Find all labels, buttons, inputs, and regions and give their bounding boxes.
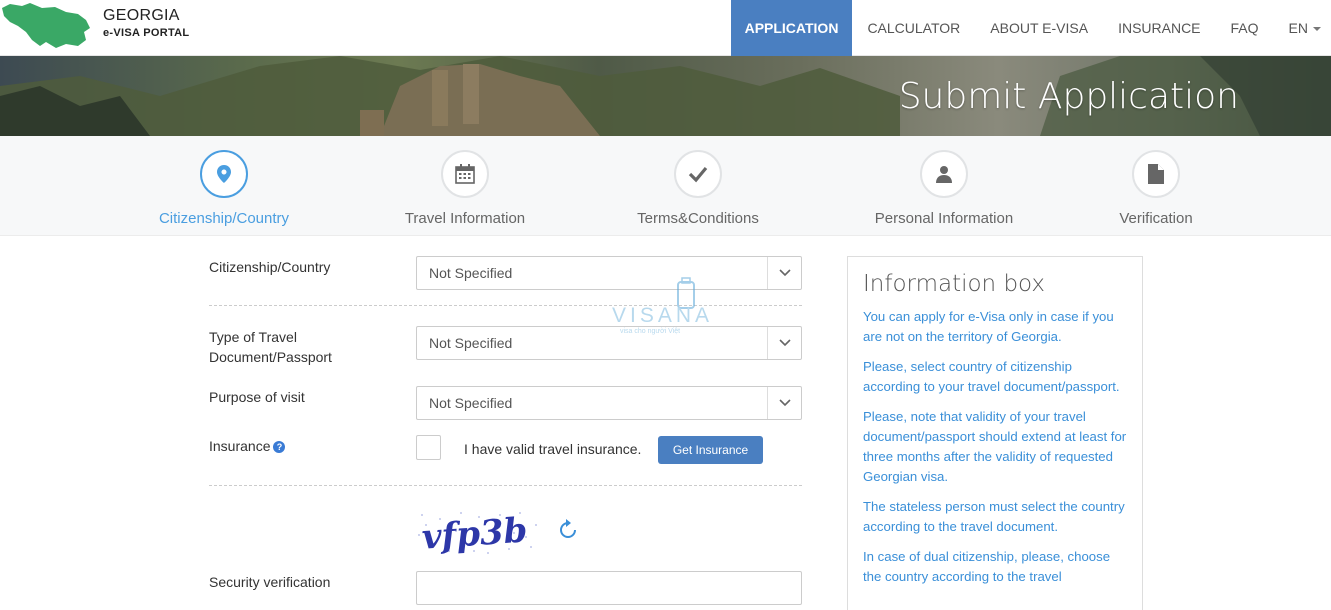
nav-faq[interactable]: FAQ [1216, 0, 1274, 56]
question-circle-icon[interactable]: ? [273, 441, 286, 453]
caret-down-icon [1313, 27, 1321, 31]
main-nav: APPLICATION CALCULATOR ABOUT e-VISA INSU… [730, 0, 1331, 56]
chevron-down-icon[interactable] [767, 387, 801, 419]
citizenship-value: Not Specified [429, 265, 513, 281]
top-navbar: GEORGIA e-VISA PORTAL APPLICATION CALCUL… [0, 0, 1331, 56]
info-paragraph: The stateless person must select the cou… [863, 499, 1125, 534]
step-label: Verification [1119, 210, 1193, 227]
user-icon [936, 166, 952, 183]
map-marker-icon [217, 165, 231, 183]
logo-text[interactable]: GEORGIA e-VISA PORTAL [103, 7, 189, 39]
information-box-title: Information box [863, 271, 1046, 297]
step-verification[interactable]: Verification [1114, 150, 1198, 227]
purpose-value: Not Specified [429, 395, 513, 411]
purpose-select[interactable]: Not Specified [416, 386, 802, 420]
travel-document-label-line2: Document/Passport [209, 349, 332, 365]
logo-subtitle: e-VISA PORTAL [103, 27, 190, 39]
watermark-brand: VISANA [612, 304, 713, 327]
captcha-text: vfp3b [421, 510, 529, 557]
citizenship-select[interactable]: Not Specified [416, 256, 802, 290]
step-terms-conditions[interactable]: Terms&Conditions [636, 150, 760, 227]
georgia-map-logo[interactable] [0, 0, 92, 50]
information-box: Information box You can apply for e-Visa… [847, 256, 1143, 610]
nav-application[interactable]: APPLICATION [730, 0, 853, 56]
banner-title: Submit Application [898, 76, 1239, 117]
security-verification-label: Security verification [209, 574, 331, 590]
step-label: Travel Information [404, 210, 526, 227]
refresh-icon[interactable] [556, 518, 580, 542]
travel-document-label: Type of Travel Document/Passport [209, 327, 332, 367]
captcha-image: vfp3b [416, 507, 541, 557]
calendar-icon [455, 164, 475, 184]
watermark-tagline: visa cho người Việt [620, 328, 680, 335]
step-circle [441, 150, 489, 198]
page-banner: Submit Application [0, 56, 1331, 136]
info-paragraph: Please, select country of citizenship ac… [863, 359, 1120, 394]
get-insurance-button[interactable]: Get Insurance [658, 436, 763, 464]
insurance-label: Insurance? [209, 436, 286, 456]
info-paragraph: In case of dual citizenship, please, cho… [863, 549, 1111, 584]
nav-insurance[interactable]: INSURANCE [1103, 0, 1215, 56]
insurance-checkbox-label[interactable]: I have valid travel insurance. [464, 441, 641, 457]
checkmark-icon [688, 166, 708, 183]
language-label: EN [1288, 20, 1308, 36]
insurance-checkbox[interactable] [416, 435, 441, 460]
info-paragraph: You can apply for e-Visa only in case if… [863, 309, 1114, 344]
step-circle [674, 150, 722, 198]
info-paragraph: Please, note that validity of your trave… [863, 409, 1127, 484]
step-circle [1132, 150, 1180, 198]
document-icon [1148, 164, 1164, 184]
chevron-down-icon[interactable] [767, 327, 801, 359]
chevron-down-icon[interactable] [767, 257, 801, 289]
progress-steps: Citizenship/Country Travel Information T… [0, 136, 1331, 236]
citizenship-label: Citizenship/Country [209, 259, 331, 275]
purpose-label: Purpose of visit [209, 389, 305, 405]
step-personal-information[interactable]: Personal Information [872, 150, 1016, 227]
step-travel-information[interactable]: Travel Information [402, 150, 528, 227]
travel-document-select[interactable]: Not Specified [416, 326, 802, 360]
travel-document-value: Not Specified [429, 335, 513, 351]
divider [209, 485, 802, 486]
nav-about-evisa[interactable]: ABOUT e-VISA [975, 0, 1103, 56]
step-label: Terms&Conditions [637, 210, 759, 227]
security-verification-input[interactable] [416, 571, 802, 605]
nav-calculator[interactable]: CALCULATOR [852, 0, 975, 56]
language-dropdown[interactable]: EN [1274, 0, 1331, 56]
travel-document-label-line1: Type of Travel [209, 329, 297, 345]
insurance-label-text: Insurance [209, 438, 271, 454]
step-citizenship[interactable]: Citizenship/Country [156, 150, 292, 227]
logo-title: GEORGIA [103, 7, 180, 24]
step-circle [200, 150, 248, 198]
visana-watermark-logo: VISANA visa cho người Việt [612, 277, 713, 335]
step-label: Personal Information [874, 210, 1014, 227]
step-circle [920, 150, 968, 198]
step-label: Citizenship/Country [158, 210, 290, 227]
